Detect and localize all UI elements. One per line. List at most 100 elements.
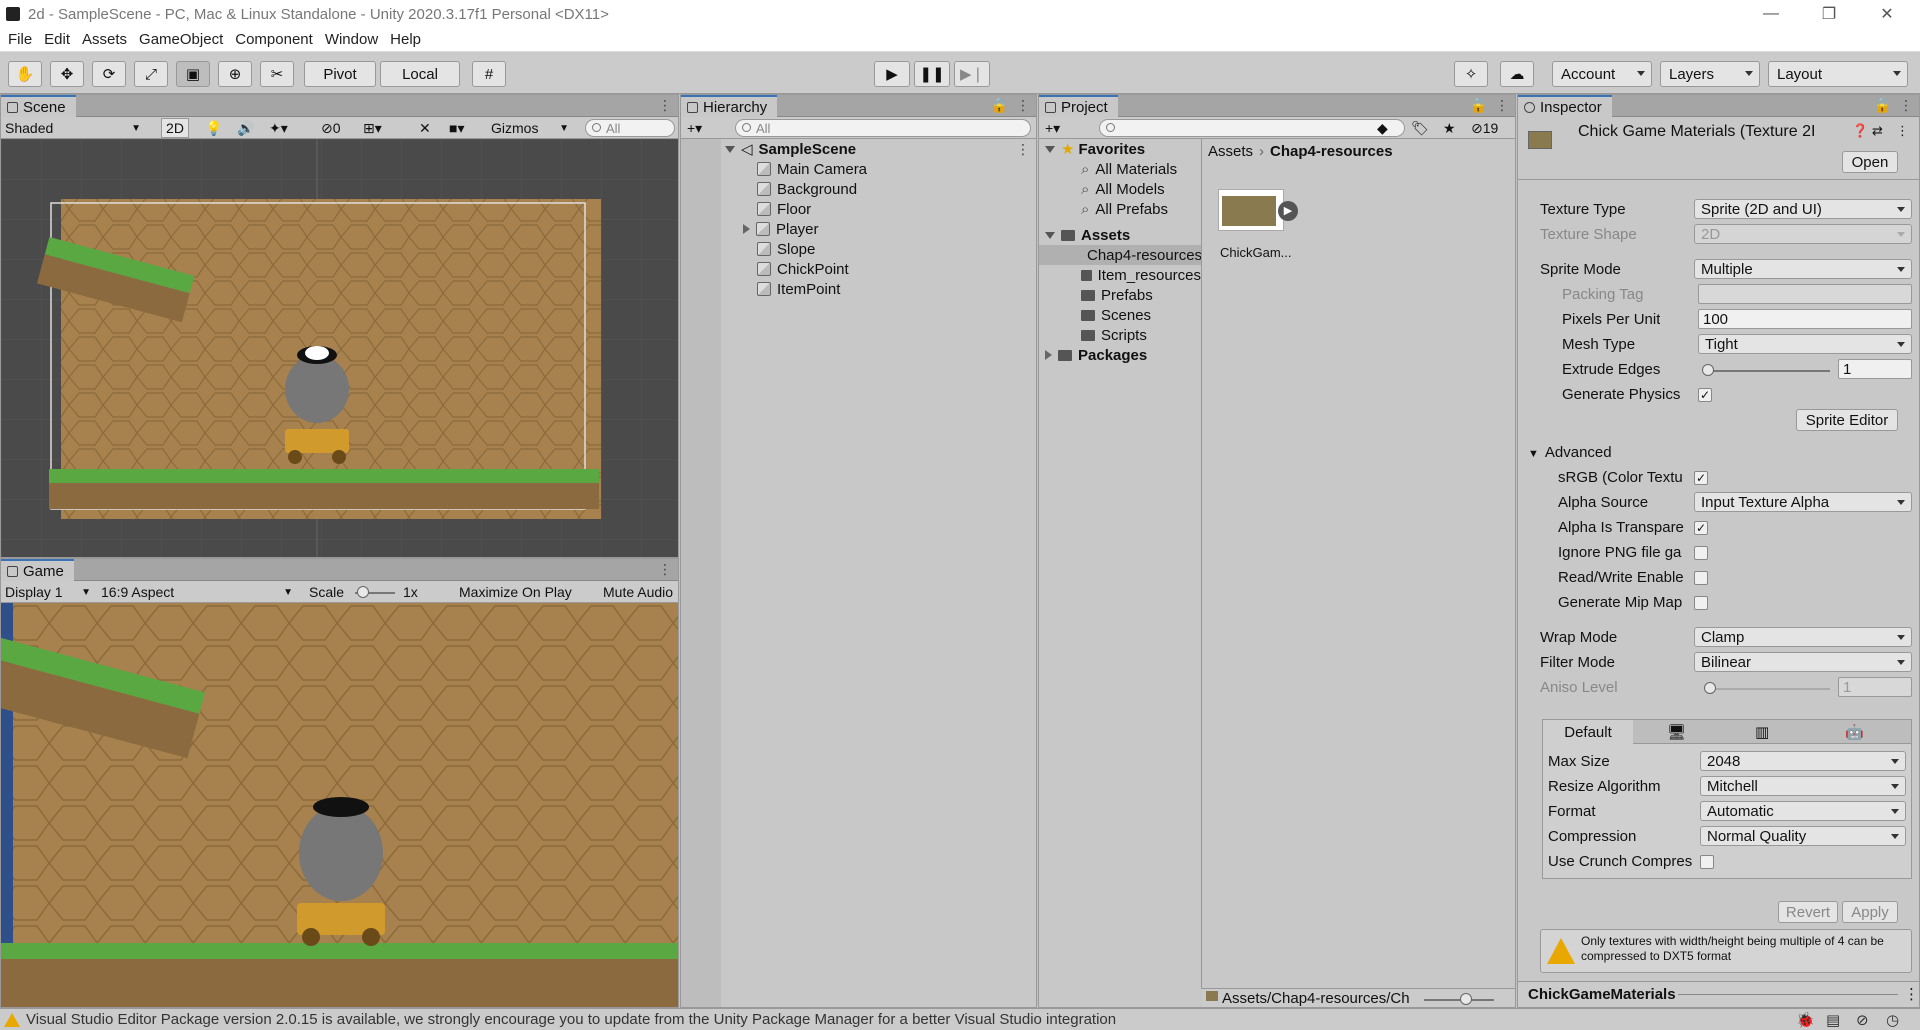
expand-icon[interactable]: [1045, 145, 1055, 153]
create-dropdown[interactable]: +▾: [1045, 118, 1060, 138]
favorites-node[interactable]: ★ Favorites: [1045, 139, 1145, 159]
generate-physics-checkbox[interactable]: ✓: [1698, 388, 1712, 402]
list-item[interactable]: Prefabs: [1081, 285, 1153, 305]
lock-icon[interactable]: 🔒: [1470, 97, 1487, 114]
breadcrumb-root[interactable]: Assets: [1208, 143, 1253, 160]
tab-project[interactable]: Project: [1039, 95, 1118, 117]
camera-icon[interactable]: ■▾: [449, 118, 464, 138]
effects-icon[interactable]: ✦▾: [269, 118, 288, 138]
aspect-dropdown[interactable]: 16:9 Aspect ▼: [101, 582, 297, 602]
alpha-transparency-checkbox[interactable]: ✓: [1694, 521, 1708, 535]
menu-file[interactable]: File: [8, 31, 32, 48]
progress-icon[interactable]: ◷: [1886, 1011, 1899, 1029]
filter-label-icon[interactable]: 🏷: [1411, 118, 1429, 138]
game-menu-icon[interactable]: ⋮: [658, 561, 672, 578]
move-tool-icon[interactable]: ✥: [50, 61, 84, 87]
component-menu-icon[interactable]: ⋮: [1896, 123, 1909, 139]
tab-hierarchy[interactable]: Hierarchy: [681, 95, 778, 117]
minimize-button[interactable]: —: [1743, 0, 1799, 28]
grid-toggle-icon[interactable]: ⊞▾: [363, 118, 382, 138]
srgb-checkbox[interactable]: ✓: [1694, 471, 1708, 485]
list-item[interactable]: Floor: [757, 199, 811, 219]
pause-button[interactable]: ❚❚: [914, 61, 950, 87]
tab-scene[interactable]: Scene: [1, 95, 76, 117]
visibility-icon[interactable]: ⊘ 0: [321, 118, 341, 138]
close-button[interactable]: ✕: [1859, 0, 1915, 28]
scene-options-icon[interactable]: ⋮: [1016, 141, 1030, 158]
list-item[interactable]: ⌕ All Models: [1081, 179, 1165, 199]
layout-dropdown[interactable]: Layout: [1768, 61, 1908, 87]
list-item[interactable]: ItemPoint: [757, 279, 840, 299]
menu-component[interactable]: Component: [235, 31, 313, 48]
favorite-star-icon[interactable]: ★: [1443, 118, 1456, 138]
game-viewport[interactable]: [1, 603, 678, 1007]
format-dropdown[interactable]: Automatic: [1700, 801, 1906, 821]
asset-tile[interactable]: ▶: [1218, 189, 1298, 239]
filter-mode-dropdown[interactable]: Bilinear: [1694, 652, 1912, 672]
lock-icon[interactable]: 🔒: [1874, 97, 1891, 114]
expand-icon[interactable]: [1045, 350, 1052, 360]
filter-type-icon[interactable]: ◆: [1377, 118, 1388, 138]
ppu-field[interactable]: 100: [1698, 309, 1912, 329]
project-search-input[interactable]: [1099, 119, 1405, 137]
rotate-tool-icon[interactable]: ⟳: [92, 61, 126, 87]
open-button[interactable]: Open: [1842, 151, 1898, 173]
hand-tool-icon[interactable]: ✋: [8, 61, 42, 87]
sprite-mode-dropdown[interactable]: Multiple: [1694, 259, 1912, 279]
layers-dropdown[interactable]: Layers: [1660, 61, 1760, 87]
scale-tool-icon[interactable]: ⤢: [134, 61, 168, 87]
footer-menu-icon[interactable]: ⋮: [1904, 985, 1919, 1003]
list-item[interactable]: Scenes: [1081, 305, 1151, 325]
list-item[interactable]: Scripts: [1081, 325, 1147, 345]
menu-gameobject[interactable]: GameObject: [139, 31, 223, 48]
local-toggle[interactable]: Local: [380, 61, 460, 87]
grid-snap-icon[interactable]: #: [472, 61, 506, 87]
list-item[interactable]: ⌕ All Materials: [1081, 159, 1177, 179]
list-item[interactable]: Slope: [757, 239, 815, 259]
android-icon[interactable]: 🤖: [1845, 723, 1864, 741]
hierarchy-search-input[interactable]: All: [735, 119, 1031, 137]
extrude-field[interactable]: 1: [1838, 359, 1912, 379]
list-item[interactable]: Main Camera: [757, 159, 867, 179]
status-message[interactable]: Visual Studio Editor Package version 2.0…: [26, 1011, 1726, 1028]
account-dropdown[interactable]: Account: [1552, 61, 1652, 87]
project-menu-icon[interactable]: ⋮: [1495, 97, 1509, 114]
revert-button[interactable]: Revert: [1778, 901, 1838, 923]
mute-audio-toggle[interactable]: Mute Audio: [603, 582, 678, 602]
hierarchy-menu-icon[interactable]: ⋮: [1016, 97, 1030, 114]
menu-window[interactable]: Window: [325, 31, 378, 48]
lock-icon[interactable]: 🔒: [991, 97, 1008, 114]
rect-tool-icon[interactable]: ▣: [176, 61, 210, 87]
breadcrumb-current[interactable]: Chap4-resources: [1270, 143, 1393, 160]
advanced-foldout[interactable]: ▼ Advanced: [1528, 444, 1612, 461]
expand-sprites-icon[interactable]: ▶: [1278, 201, 1298, 221]
resize-algorithm-dropdown[interactable]: Mitchell: [1700, 776, 1906, 796]
ignore-png-gamma-checkbox[interactable]: [1694, 546, 1708, 560]
list-item[interactable]: Chap4-resources: [1039, 245, 1201, 265]
step-button[interactable]: ▶❘: [954, 61, 990, 87]
pivot-toggle[interactable]: Pivot: [304, 61, 376, 87]
max-size-dropdown[interactable]: 2048: [1700, 751, 1906, 771]
packages-node[interactable]: Packages: [1045, 345, 1147, 365]
scale-slider-knob[interactable]: [357, 586, 369, 598]
cloud-icon[interactable]: ☁: [1500, 61, 1534, 87]
maximize-on-play-toggle[interactable]: Maximize On Play: [459, 582, 572, 602]
menu-assets[interactable]: Assets: [82, 31, 127, 48]
create-dropdown[interactable]: +▾: [687, 118, 702, 138]
scene-root[interactable]: ◁ SampleScene: [725, 139, 856, 159]
wrap-mode-dropdown[interactable]: Clamp: [1694, 627, 1912, 647]
list-item[interactable]: ⌕ All Prefabs: [1081, 199, 1168, 219]
read-write-checkbox[interactable]: [1694, 571, 1708, 585]
tab-default-platform[interactable]: Default: [1543, 720, 1633, 744]
tab-inspector[interactable]: Inspector: [1518, 95, 1612, 117]
audio-icon[interactable]: 🔊: [237, 118, 254, 138]
play-button[interactable]: ▶: [874, 61, 910, 87]
monitor-icon[interactable]: 🖥: [1667, 723, 1686, 741]
crunch-checkbox[interactable]: [1700, 855, 1714, 869]
icon-size-slider[interactable]: [1424, 999, 1494, 1001]
list-item[interactable]: ChickPoint: [757, 259, 849, 279]
sprite-editor-button[interactable]: Sprite Editor: [1796, 409, 1898, 431]
help-icon[interactable]: ❓: [1852, 123, 1868, 139]
apply-button[interactable]: Apply: [1842, 901, 1898, 923]
compression-dropdown[interactable]: Normal Quality: [1700, 826, 1906, 846]
